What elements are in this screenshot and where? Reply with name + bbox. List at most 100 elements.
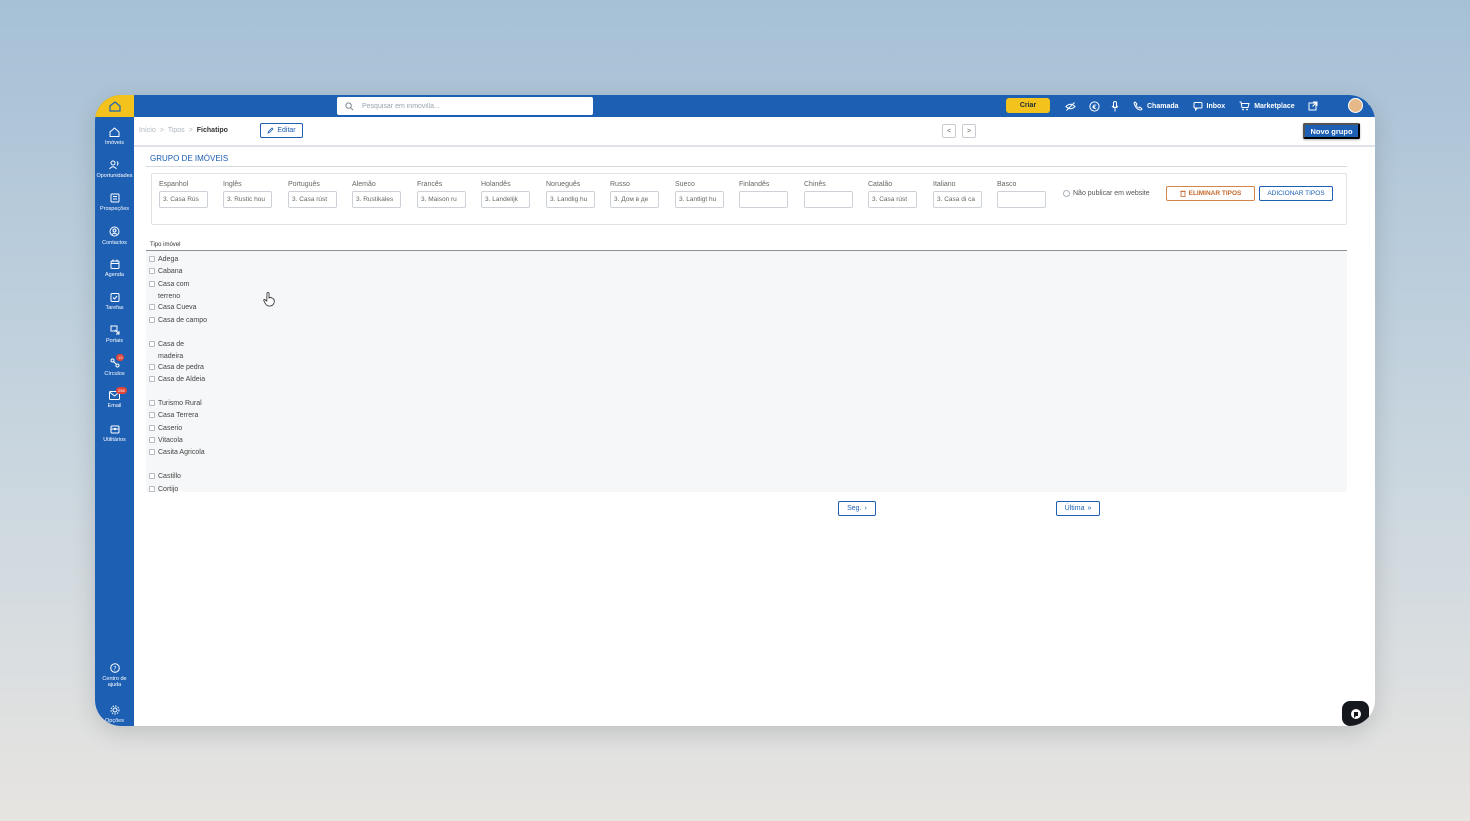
lang-input[interactable]: 3. Rustikales bbox=[352, 191, 401, 208]
list-item[interactable]: Caserio bbox=[149, 425, 210, 435]
eye-off-icon[interactable] bbox=[1065, 101, 1076, 111]
list-item-label: Turismo Rural bbox=[158, 400, 202, 407]
list-checkbox[interactable] bbox=[149, 473, 155, 479]
sidebar-item-settings[interactable]: Opções bbox=[95, 705, 134, 724]
prev-button[interactable]: < bbox=[942, 124, 956, 138]
list-item-label: Caserio bbox=[158, 425, 183, 432]
lang-input[interactable]: 3. Landlig hu bbox=[546, 191, 595, 208]
search-box[interactable] bbox=[337, 97, 593, 115]
list-item[interactable]: Casa de campo bbox=[149, 317, 210, 327]
lang-input[interactable]: 3. Casa Rús bbox=[159, 191, 208, 208]
list-item[interactable]: Cabana bbox=[149, 268, 210, 278]
lang-input[interactable] bbox=[997, 191, 1046, 208]
avatar[interactable] bbox=[1348, 98, 1363, 113]
lang-label: Italiano bbox=[933, 181, 956, 188]
sidebar-item-prospecoes[interactable]: Prospeções bbox=[95, 193, 134, 212]
breadcrumb-tipos[interactable]: Tipos bbox=[168, 127, 185, 134]
list-item[interactable]: Adega bbox=[149, 256, 210, 266]
list-item[interactable]: Casa de pedra bbox=[149, 364, 210, 374]
external-link-icon[interactable] bbox=[1308, 101, 1318, 111]
sidebar-item-tarefas[interactable]: Tarefas bbox=[95, 292, 134, 311]
list-checkbox[interactable] bbox=[149, 376, 155, 382]
list-checkbox[interactable] bbox=[149, 437, 155, 443]
support-chat-button[interactable] bbox=[1342, 701, 1369, 726]
breadcrumb-home[interactable]: Início bbox=[139, 127, 156, 134]
email-badge: 256 bbox=[116, 387, 127, 394]
logo[interactable] bbox=[95, 95, 134, 117]
group-title: GRUPO DE IMÓVEIS bbox=[150, 154, 229, 163]
sidebar-item-email[interactable]: 256 Email bbox=[95, 387, 134, 409]
lang-input[interactable]: 3. Rustic hou bbox=[223, 191, 272, 208]
marketplace-button[interactable]: Marketplace bbox=[1239, 101, 1295, 111]
lang-input[interactable]: 3. Casa di ca bbox=[933, 191, 982, 208]
list-checkbox[interactable] bbox=[149, 449, 155, 455]
lang-label: Holandês bbox=[481, 181, 511, 188]
search-icon bbox=[345, 101, 354, 110]
sidebar-item-oportunidades[interactable]: Oportunidades bbox=[95, 160, 134, 179]
lang-input[interactable]: 3. Lantligt hu bbox=[675, 191, 724, 208]
search-input[interactable] bbox=[362, 102, 572, 110]
list-checkbox[interactable] bbox=[149, 486, 155, 492]
list-item[interactable]: Turismo Rural bbox=[149, 400, 210, 410]
breadcrumb-separator: > bbox=[188, 127, 193, 134]
list-item[interactable]: Castillo bbox=[149, 473, 210, 483]
add-types-button[interactable]: ADICIONAR TIPOS bbox=[1259, 186, 1333, 201]
list-item[interactable]: Casa Terrera bbox=[149, 412, 210, 422]
list-checkbox[interactable] bbox=[149, 412, 155, 418]
call-button[interactable]: Chamada bbox=[1133, 101, 1179, 111]
next-button[interactable]: > bbox=[962, 124, 976, 138]
delete-types-button[interactable]: ELIMINAR TIPOS bbox=[1166, 186, 1255, 201]
lang-input[interactable]: 3. Дом в де bbox=[610, 191, 659, 208]
lang-input[interactable] bbox=[804, 191, 853, 208]
sidebar-item-portais[interactable]: Portais bbox=[95, 325, 134, 344]
last-page-button[interactable]: Última » bbox=[1056, 501, 1100, 516]
microphone-icon[interactable] bbox=[1111, 100, 1119, 112]
list-checkbox[interactable] bbox=[149, 281, 155, 287]
inbox-label: Inbox bbox=[1206, 102, 1226, 110]
inbox-button[interactable]: Inbox bbox=[1193, 101, 1226, 111]
list-item[interactable]: Casa de madeira bbox=[149, 341, 210, 362]
lang-input[interactable]: 3. Casa rúst bbox=[288, 191, 337, 208]
sidebar-item-contactos[interactable]: Contactos bbox=[95, 226, 134, 246]
no-publish-radio[interactable] bbox=[1063, 190, 1070, 197]
euro-icon[interactable]: € bbox=[1089, 100, 1100, 112]
lang-label: Espanhol bbox=[159, 181, 189, 188]
list-item[interactable]: Casita Agricola bbox=[149, 449, 210, 459]
sidebar-item-imoveis[interactable]: Imóveis bbox=[95, 127, 134, 146]
lang-italiano: Italiano 3. Casa di ca bbox=[933, 181, 983, 208]
edit-button[interactable]: Editar bbox=[260, 123, 303, 138]
list-item[interactable]: Casa com terreno bbox=[149, 281, 210, 302]
list-checkbox[interactable] bbox=[149, 317, 155, 323]
list-item[interactable]: Vitacola bbox=[149, 437, 210, 447]
next-page-button[interactable]: Seg. › bbox=[838, 501, 876, 516]
no-publish-option[interactable]: Não publicar em website bbox=[1063, 190, 1150, 197]
trash-icon bbox=[1179, 190, 1186, 197]
list-checkbox[interactable] bbox=[149, 256, 155, 262]
create-button[interactable]: Criar bbox=[1006, 98, 1050, 113]
sidebar-item-circulos[interactable]: 13 Círculos bbox=[95, 354, 134, 377]
list-item[interactable]: Casa de Aldeia bbox=[149, 376, 210, 386]
lang-input[interactable]: 3. Landelijk bbox=[481, 191, 530, 208]
new-group-button[interactable]: Novo grupo bbox=[1303, 123, 1360, 139]
sidebar-item-utilitarios[interactable]: Utilitários bbox=[95, 424, 134, 443]
list-item-label: Casa com terreno bbox=[158, 281, 190, 300]
list-item[interactable]: Casa Cueva bbox=[149, 304, 210, 314]
list-checkbox[interactable] bbox=[149, 268, 155, 274]
sidebar-item-help[interactable]: ? Centro de ajuda bbox=[95, 663, 134, 688]
lang-input[interactable] bbox=[739, 191, 788, 208]
lang-chines: Chinês bbox=[804, 181, 854, 208]
lang-input[interactable]: 3. Casa rúst bbox=[868, 191, 917, 208]
lang-input[interactable]: 3. Maison ru bbox=[417, 191, 466, 208]
list-checkbox[interactable] bbox=[149, 364, 155, 370]
list-checkbox[interactable] bbox=[149, 425, 155, 431]
list-item[interactable]: Cortijo bbox=[149, 486, 210, 496]
list-checkbox[interactable] bbox=[149, 304, 155, 310]
list-checkbox[interactable] bbox=[149, 341, 155, 347]
list-item-label: Casa Terrera bbox=[158, 412, 199, 419]
list-checkbox[interactable] bbox=[149, 400, 155, 406]
no-publish-label: Não publicar em website bbox=[1073, 190, 1150, 197]
chevron-down-icon[interactable]: ▼ bbox=[1366, 101, 1372, 107]
sidebar: Imóveis Oportunidades Prospeções Contact… bbox=[95, 117, 134, 726]
sidebar-item-agenda[interactable]: Agenda bbox=[95, 259, 134, 278]
breadcrumb-separator: > bbox=[159, 127, 164, 134]
